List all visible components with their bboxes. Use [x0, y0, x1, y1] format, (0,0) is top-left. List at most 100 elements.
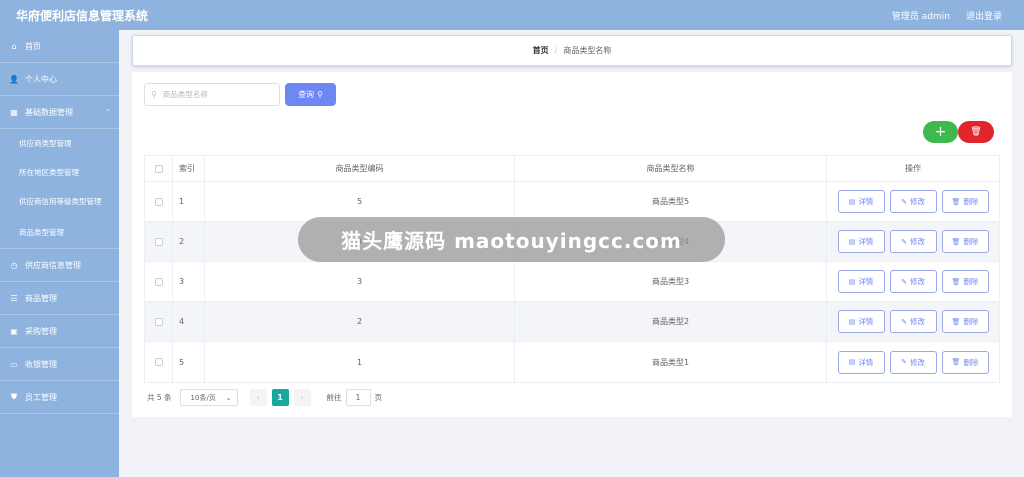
cell-ops: ▤ 详情 ✎ 修改 🗑 删除 [827, 262, 999, 301]
table-row: 4 2 商品类型2 ▤ 详情 ✎ 修改 🗑 删除 [145, 302, 999, 342]
top-bar: 华府便利店信息管理系统 管理员 admin 退出登录 [0, 0, 1024, 30]
sidebar-item-base-data[interactable]: ▦ 基础数据管理 ⌃ [0, 96, 119, 129]
cell-code: 5 [205, 182, 515, 221]
header-name: 商品类型名称 [515, 156, 827, 181]
edit-button[interactable]: ✎ 修改 [889, 230, 937, 253]
delete-button[interactable]: 🗑 [958, 121, 994, 143]
trash-icon: 🗑 [970, 127, 982, 137]
document-icon: ▤ [848, 237, 856, 246]
detail-button[interactable]: ▤ 详情 [837, 270, 885, 293]
prev-page-button[interactable]: ‹ [249, 389, 267, 406]
chevron-down-icon: ⌄ [225, 393, 232, 402]
document-icon: ▤ [848, 317, 856, 326]
breadcrumb-home[interactable]: 首页 [533, 45, 549, 56]
header-code: 商品类型编码 [205, 156, 515, 181]
page-number-1[interactable]: 1 [271, 389, 289, 406]
detail-button[interactable]: ▤ 详情 [837, 190, 885, 213]
search-input[interactable]: ⚲ 商品类型名称 [144, 83, 280, 106]
sidebar-item-label: 基础数据管理 [25, 107, 73, 117]
cell-ops: ▤ 详情 ✎ 修改 🗑 删除 [827, 182, 999, 221]
cell-ops: ▤ 详情 ✎ 修改 🗑 删除 [827, 302, 999, 341]
edit-button[interactable]: ✎ 修改 [889, 270, 937, 293]
sidebar-item-purchase[interactable]: ▣ 采购管理 [0, 315, 119, 348]
cell-name: 商品类型3 [515, 262, 827, 301]
row-checkbox-cell[interactable] [145, 262, 173, 301]
sidebar-item-cashier[interactable]: ▭ 收银管理 [0, 348, 119, 381]
sidebar-item-home[interactable]: ⌂ 首页 [0, 30, 119, 63]
sidebar-item-supplier-type[interactable]: 供应商类型管理 [0, 129, 119, 158]
sidebar-item-staff[interactable]: ⛊ 员工管理 [0, 381, 119, 414]
checkbox[interactable] [154, 237, 163, 246]
next-page-button[interactable]: › [293, 389, 311, 406]
checkbox[interactable] [154, 197, 163, 206]
table-header-row: 索引 商品类型编码 商品类型名称 操作 [145, 156, 999, 182]
cell-index: 4 [173, 302, 205, 341]
row-checkbox-cell[interactable] [145, 222, 173, 261]
row-checkbox-cell[interactable] [145, 342, 173, 382]
row-checkbox-cell[interactable] [145, 302, 173, 341]
checkbox[interactable] [154, 358, 163, 366]
row-delete-button[interactable]: 🗑 删除 [941, 190, 989, 213]
document-icon: ▤ [848, 277, 856, 286]
row-delete-button[interactable]: 🗑 删除 [941, 230, 989, 253]
edit-button[interactable]: ✎ 修改 [889, 190, 937, 213]
sidebar-item-label: 商品管理 [25, 293, 57, 303]
search-placeholder: 商品类型名称 [162, 90, 208, 99]
checkbox[interactable] [154, 317, 163, 326]
cell-code: 3 [205, 262, 515, 301]
cell-name: 商品类型2 [515, 302, 827, 341]
page-size-select[interactable]: 10条/页 ⌄ [179, 389, 238, 406]
cell-name: 商品类型5 [515, 182, 827, 221]
admin-user-label[interactable]: 管理员 admin [892, 9, 950, 22]
detail-button[interactable]: ▤ 详情 [837, 230, 885, 253]
row-delete-button[interactable]: 🗑 删除 [941, 350, 989, 374]
delete-label: 删除 [963, 197, 979, 206]
add-button[interactable]: + [923, 121, 958, 143]
row-delete-button[interactable]: 🗑 删除 [941, 310, 989, 333]
cell-ops: ▤ 详情 ✎ 修改 🗑 删除 [827, 342, 999, 382]
checkbox[interactable] [154, 164, 163, 173]
detail-button[interactable]: ▤ 详情 [837, 310, 885, 333]
cell-code: 1 [205, 342, 515, 382]
breadcrumb: 首页 / 商品类型名称 [132, 35, 1012, 66]
sidebar-item-label: 员工管理 [25, 392, 57, 402]
sidebar: ⌂ 首页 👤 个人中心 ▦ 基础数据管理 ⌃ 供应商类型管理 所在地区类型管理 … [0, 30, 119, 477]
sidebar-item-label: 采购管理 [25, 326, 57, 336]
checkbox[interactable] [154, 277, 163, 286]
sidebar-item-label: 收银管理 [25, 359, 57, 369]
row-checkbox-cell[interactable] [145, 182, 173, 221]
sidebar-item-supplier-info[interactable]: ◷ 供应商信息管理 [0, 249, 119, 282]
cell-index: 5 [173, 342, 205, 382]
pencil-icon: ✎ [901, 237, 907, 246]
sidebar-item-profile[interactable]: 👤 个人中心 [0, 63, 119, 96]
breadcrumb-separator: / [554, 46, 558, 55]
select-all-checkbox[interactable] [145, 156, 173, 181]
pencil-icon: ✎ [901, 197, 907, 206]
edit-button[interactable]: ✎ 修改 [889, 350, 937, 374]
search-icon: ⚲ [317, 90, 323, 99]
sidebar-item-goods-type[interactable]: 商品类型管理 [0, 216, 119, 249]
cash-icon: ▭ [10, 359, 18, 369]
detail-label: 详情 [858, 237, 874, 246]
total-count: 共 5 条 [147, 393, 172, 402]
query-button-label: 查询 [298, 90, 315, 99]
sidebar-item-region-type[interactable]: 所在地区类型管理 [0, 158, 119, 187]
cart-icon: ▣ [10, 326, 18, 336]
chevron-up-icon: ⌃ [105, 108, 111, 116]
sidebar-item-credit-type[interactable]: 供应商信用等级类型管理 [0, 187, 119, 216]
sidebar-item-goods[interactable]: ☰ 商品管理 [0, 282, 119, 315]
cell-index: 1 [173, 182, 205, 221]
logout-link[interactable]: 退出登录 [966, 9, 1002, 22]
sidebar-item-label: 供应商信息管理 [25, 260, 81, 270]
edit-button[interactable]: ✎ 修改 [889, 310, 937, 333]
user-area: 管理员 admin 退出登录 [892, 9, 1002, 22]
goto-page-input[interactable]: 1 [345, 389, 371, 406]
row-delete-button[interactable]: 🗑 删除 [941, 270, 989, 293]
pagination: 共 5 条 10条/页 ⌄ ‹ 1 › 前往 1 页 [147, 389, 382, 406]
detail-button[interactable]: ▤ 详情 [837, 350, 885, 374]
query-button[interactable]: 查询 ⚲ [285, 83, 336, 106]
data-table: 索引 商品类型编码 商品类型名称 操作 1 5 商品类型5 ▤ 详情 ✎ 修改 🗑 删… [144, 155, 1000, 383]
delete-label: 删除 [963, 237, 979, 246]
sidebar-item-label: 个人中心 [25, 74, 57, 84]
detail-label: 详情 [858, 277, 874, 286]
